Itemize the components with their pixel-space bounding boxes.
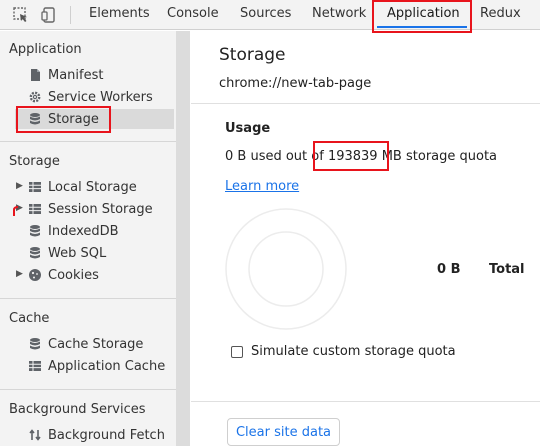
- cookie-icon: [29, 269, 41, 281]
- sidebar-item-label: Session Storage: [48, 201, 153, 217]
- tab-console[interactable]: Console: [167, 0, 219, 30]
- sidebar-item-label: Application Cache: [48, 358, 166, 374]
- usage-pie-chart: [225, 208, 347, 330]
- sidebar-item-label: Manifest: [48, 67, 104, 83]
- cursor-marker-icon: [13, 206, 19, 216]
- grid-icon: [29, 361, 41, 371]
- sidebar-item-application-cache[interactable]: Application Cache: [28, 356, 174, 376]
- database-icon: [30, 338, 40, 350]
- used-value: 0 B: [437, 262, 461, 277]
- device-toolbar-icon[interactable]: [40, 6, 58, 24]
- gear-icon: [29, 91, 41, 103]
- usage-heading: Usage: [225, 121, 271, 136]
- origin-url: chrome://new-tab-page: [219, 76, 372, 91]
- sync-arrows-icon: [29, 429, 41, 441]
- sidebar-item-label: Service Workers: [48, 89, 153, 105]
- storage-panel: Storage chrome://new-tab-page Usage 0 B …: [191, 31, 540, 446]
- tab-network[interactable]: Network: [312, 0, 366, 30]
- highlight-box: [16, 106, 111, 133]
- section-title-application: Application: [9, 42, 82, 57]
- toolbar-separator: [70, 6, 71, 24]
- highlight-box: [372, 0, 472, 33]
- simulate-quota-label: Simulate custom storage quota: [251, 344, 456, 359]
- panel-divider: [191, 401, 540, 402]
- database-icon: [30, 247, 40, 259]
- simulate-quota-checkbox[interactable]: [231, 345, 243, 358]
- sidebar-item-local-storage[interactable]: Local Storage: [28, 177, 174, 197]
- database-icon: [30, 225, 40, 237]
- sidebar-item-background-fetch[interactable]: Background Fetch: [28, 425, 174, 445]
- sidebar-item-label: Background Fetch: [48, 427, 165, 443]
- page-title: Storage: [219, 45, 286, 65]
- grid-icon: [29, 182, 41, 192]
- sidebar-divider: [0, 389, 176, 390]
- highlight-box: [313, 141, 389, 171]
- sidebar-item-indexeddb[interactable]: IndexedDB: [28, 221, 174, 241]
- expand-arrow-icon[interactable]: ▶: [16, 269, 23, 279]
- sidebar-item-label: Cookies: [48, 267, 99, 283]
- tab-sources[interactable]: Sources: [240, 0, 291, 30]
- usage-suffix: storage quota: [406, 149, 498, 164]
- panel-divider: [191, 103, 540, 104]
- sidebar-item-label: Web SQL: [48, 245, 107, 261]
- section-title-background-services: Background Services: [9, 402, 146, 417]
- learn-more-link[interactable]: Learn more: [225, 179, 299, 194]
- section-title-storage: Storage: [9, 154, 60, 169]
- total-label: Total: [489, 262, 525, 277]
- sidebar-item-service-workers[interactable]: Service Workers: [28, 87, 174, 107]
- grid-icon: [29, 204, 41, 214]
- manifest-icon: [31, 69, 40, 81]
- sidebar-divider: [0, 298, 176, 299]
- sidebar-scrollbar[interactable]: [176, 31, 190, 446]
- tab-elements[interactable]: Elements: [89, 0, 150, 30]
- expand-arrow-icon[interactable]: ▶: [16, 181, 23, 191]
- inspect-element-icon[interactable]: [12, 6, 30, 24]
- tab-redux[interactable]: Redux: [480, 0, 521, 30]
- sidebar-item-label: IndexedDB: [48, 223, 119, 239]
- usage-prefix: 0 B used out of: [225, 149, 324, 164]
- sidebar-item-cookies[interactable]: Cookies: [28, 265, 174, 285]
- clear-site-data-button[interactable]: Clear site data: [227, 418, 340, 446]
- sidebar-item-web-sql[interactable]: Web SQL: [28, 243, 174, 263]
- sidebar-item-cache-storage[interactable]: Cache Storage: [28, 334, 174, 354]
- sidebar-item-session-storage[interactable]: Session Storage: [28, 199, 174, 219]
- sidebar-divider: [0, 141, 176, 142]
- section-title-cache: Cache: [9, 311, 50, 326]
- sidebar-item-label: Local Storage: [48, 179, 137, 195]
- simulate-quota-option[interactable]: Simulate custom storage quota: [231, 344, 456, 359]
- sidebar-item-label: Cache Storage: [48, 336, 144, 352]
- sidebar-item-manifest[interactable]: Manifest: [28, 65, 174, 85]
